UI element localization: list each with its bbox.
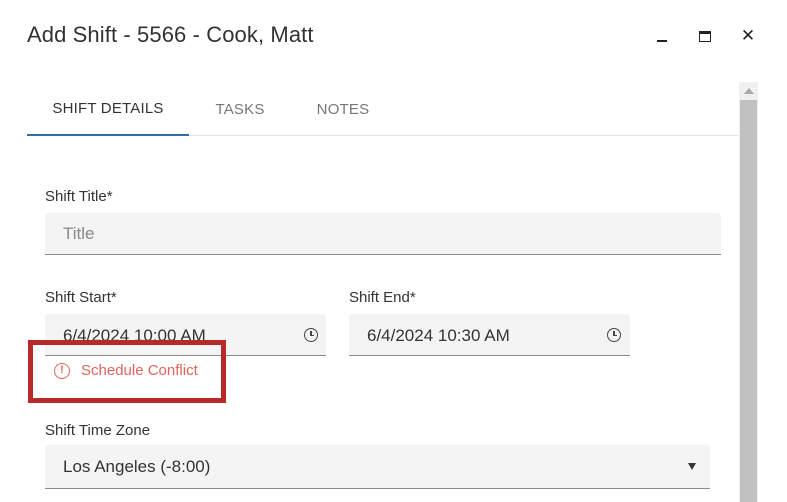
shift-end-value: 6/4/2024 10:30 AM	[367, 326, 510, 345]
time-zone-value: Los Angeles (-8:00)	[63, 457, 211, 476]
shift-title-field[interactable]	[45, 213, 721, 255]
shift-time-zone-select[interactable]: Los Angeles (-8:00)	[45, 445, 710, 489]
close-button[interactable]: ✕	[736, 24, 760, 48]
scrollbar-thumb[interactable]	[740, 100, 757, 502]
minimize-icon	[657, 39, 667, 42]
conflict-highlight-box	[28, 340, 226, 403]
shift-title-input[interactable]	[45, 213, 721, 254]
maximize-button[interactable]	[693, 24, 717, 48]
clock-icon[interactable]	[304, 328, 318, 342]
shift-title-label: Shift Title*	[45, 188, 113, 205]
close-icon: ✕	[740, 26, 756, 45]
tab-notes[interactable]: NOTES	[297, 82, 389, 136]
add-shift-dialog: Add Shift - 5566 - Cook, Matt ✕ SHIFT DE…	[0, 0, 787, 502]
shift-time-zone-label: Shift Time Zone	[45, 422, 151, 439]
caret-down-icon	[688, 463, 696, 470]
maximize-icon	[699, 30, 711, 42]
vertical-scrollbar[interactable]	[739, 82, 758, 502]
dialog-title: Add Shift - 5566 - Cook, Matt	[27, 22, 314, 47]
shift-end-field[interactable]: 6/4/2024 10:30 AM	[349, 314, 630, 356]
tab-shift-details[interactable]: SHIFT DETAILS	[27, 82, 189, 136]
scroll-up-arrow-icon[interactable]	[739, 82, 758, 100]
shift-start-label: Shift Start*	[45, 289, 117, 306]
shift-end-label: Shift End*	[349, 289, 416, 306]
minimize-button[interactable]	[650, 24, 674, 48]
tab-bar: SHIFT DETAILS TASKS NOTES	[27, 82, 740, 136]
tab-tasks[interactable]: TASKS	[197, 82, 283, 136]
clock-icon[interactable]	[607, 328, 621, 342]
